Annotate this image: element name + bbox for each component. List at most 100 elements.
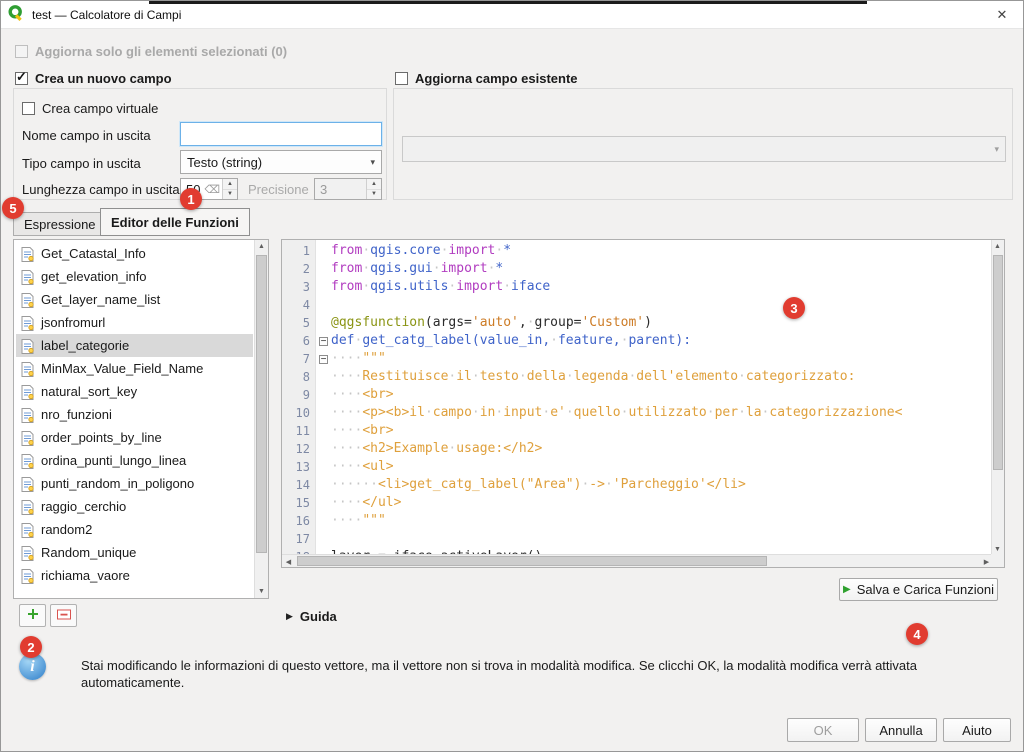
code-area[interactable]: 1 from·qgis.core·import·* 2 from·qgis.gu…: [282, 242, 991, 554]
create-new-field-checkbox[interactable]: ✓: [15, 72, 28, 85]
fold-column[interactable]: −: [316, 350, 331, 368]
close-icon[interactable]: ✕: [987, 2, 1017, 28]
clear-value-icon[interactable]: ⌫: [204, 183, 220, 196]
code-editor[interactable]: 1 from·qgis.core·import·* 2 from·qgis.gu…: [281, 239, 1005, 568]
ok-button[interactable]: OK: [787, 718, 859, 742]
remove-function-button[interactable]: [50, 604, 77, 627]
output-name-input[interactable]: [180, 122, 382, 146]
spin-up-icon[interactable]: ▲: [367, 179, 381, 189]
spin-down-icon[interactable]: ▼: [367, 189, 381, 200]
function-list-item[interactable]: label_categorie: [16, 334, 253, 357]
function-list-item[interactable]: natural_sort_key: [16, 380, 253, 403]
edit-mode-warning: Stai modificando le informazioni di ques…: [81, 657, 953, 691]
fold-column[interactable]: −: [316, 332, 331, 350]
annulla-button[interactable]: Annulla: [865, 718, 937, 742]
function-list-item[interactable]: Get_Catastal_Info: [16, 242, 253, 265]
update-existing-row: Aggiorna campo esistente: [395, 70, 578, 86]
annotation-badge-3: 3: [783, 297, 805, 319]
function-list-item[interactable]: nro_funzioni: [16, 403, 253, 426]
output-type-combo[interactable]: Testo (string) ▾: [180, 150, 382, 174]
spinner-buttons[interactable]: ▲ ▼: [366, 179, 381, 199]
fold-column[interactable]: [316, 278, 331, 296]
virtual-field-label: Crea campo virtuale: [42, 101, 158, 116]
code-text: ····Restituisce·il·testo·della·legenda·d…: [331, 368, 855, 386]
line-number: 11: [282, 422, 316, 440]
fold-column[interactable]: [316, 296, 331, 314]
function-item-label: punti_random_in_poligono: [41, 476, 194, 491]
annotation-badge-1: 1: [180, 188, 202, 210]
spin-down-icon[interactable]: ▼: [223, 189, 237, 200]
fold-column[interactable]: [316, 494, 331, 512]
function-list-item[interactable]: MinMax_Value_Field_Name: [16, 357, 253, 380]
code-line: 7 − ····""": [282, 350, 991, 368]
save-load-functions-button[interactable]: ▶ Salva e Carica Funzioni: [839, 578, 998, 601]
line-number: 17: [282, 530, 316, 548]
function-list-item[interactable]: ordina_punti_lungo_linea: [16, 449, 253, 472]
existing-field-combo[interactable]: ▾: [402, 136, 1006, 162]
update-existing-checkbox[interactable]: [395, 72, 408, 85]
fold-collapse-icon[interactable]: −: [319, 337, 328, 346]
function-list-item[interactable]: random2: [16, 518, 253, 541]
fold-collapse-icon[interactable]: −: [319, 355, 328, 364]
fold-column[interactable]: [316, 530, 331, 548]
fold-column[interactable]: [316, 404, 331, 422]
code-text: ····""": [331, 350, 386, 368]
aiuto-button[interactable]: Aiuto: [943, 718, 1011, 742]
virtual-field-checkbox[interactable]: [22, 102, 35, 115]
guida-label: Guida: [300, 609, 337, 624]
editor-vertical-scrollbar[interactable]: ▲ ▼: [991, 240, 1004, 556]
function-list-item[interactable]: Random_unique: [16, 541, 253, 564]
fold-column[interactable]: [316, 476, 331, 494]
function-item-label: order_points_by_line: [41, 430, 162, 445]
add-function-button[interactable]: [19, 604, 46, 627]
scrollbar-thumb[interactable]: [993, 255, 1003, 470]
fold-column[interactable]: [316, 368, 331, 386]
function-list-item[interactable]: punti_random_in_poligono: [16, 472, 253, 495]
scroll-down-icon[interactable]: ▼: [255, 585, 268, 598]
fold-column[interactable]: [316, 458, 331, 476]
function-icon: [20, 522, 35, 538]
code-line: 6 − def·get_catg_label(value_in,·feature…: [282, 332, 991, 350]
scroll-left-icon[interactable]: ◀: [282, 555, 295, 568]
create-new-field-label: Crea un nuovo campo: [35, 71, 172, 86]
function-list-item[interactable]: order_points_by_line: [16, 426, 253, 449]
code-line: 2 from·qgis.gui·import·*: [282, 260, 991, 278]
function-icon: [20, 407, 35, 423]
function-list-item[interactable]: get_elevation_info: [16, 265, 253, 288]
function-list-item[interactable]: jsonfromurl: [16, 311, 253, 334]
fold-column[interactable]: [316, 440, 331, 458]
spin-up-icon[interactable]: ▲: [223, 179, 237, 189]
scroll-up-icon[interactable]: ▲: [991, 240, 1004, 253]
update-selected-label: Aggiorna solo gli elementi selezionati (…: [35, 44, 287, 59]
scroll-up-icon[interactable]: ▲: [255, 240, 268, 253]
ok-label: OK: [814, 723, 833, 738]
new-field-group: Crea campo virtuale Nome campo in uscita…: [13, 88, 387, 200]
spinner-buttons[interactable]: ▲ ▼: [222, 179, 237, 199]
annotation-badge-2: 2: [20, 636, 42, 658]
tab-espressione[interactable]: Espressione: [13, 212, 107, 236]
function-list-scrollbar[interactable]: ▲ ▼: [254, 240, 268, 598]
tab-editor-funzioni[interactable]: Editor delle Funzioni: [100, 208, 250, 236]
fold-column[interactable]: [316, 512, 331, 530]
function-icon: [20, 338, 35, 354]
scrollbar-thumb[interactable]: [297, 556, 767, 566]
update-selected-checkbox[interactable]: [15, 45, 28, 58]
fold-column[interactable]: [316, 260, 331, 278]
scrollbar-thumb[interactable]: [256, 255, 267, 553]
fold-column[interactable]: [316, 386, 331, 404]
function-list-item[interactable]: Get_layer_name_list: [16, 288, 253, 311]
annulla-label: Annulla: [879, 723, 922, 738]
code-line: 10 ····<p><b>il·campo·in·input·e'·quello…: [282, 404, 991, 422]
fold-column[interactable]: [316, 314, 331, 332]
fold-column[interactable]: [316, 242, 331, 260]
editor-horizontal-scrollbar[interactable]: ◀ ▶: [282, 554, 993, 567]
play-icon: ▶: [843, 584, 851, 595]
function-list-item[interactable]: richiama_vaore: [16, 564, 253, 587]
function-icon: [20, 315, 35, 331]
window-title: test — Calcolatore di Campi: [32, 8, 181, 22]
guida-toggle[interactable]: ▶ Guida: [286, 609, 337, 624]
precision-spinner[interactable]: 3 ▲ ▼: [314, 178, 382, 200]
function-list-item[interactable]: raggio_cerchio: [16, 495, 253, 518]
virtual-field-row: Crea campo virtuale: [22, 100, 158, 116]
fold-column[interactable]: [316, 422, 331, 440]
